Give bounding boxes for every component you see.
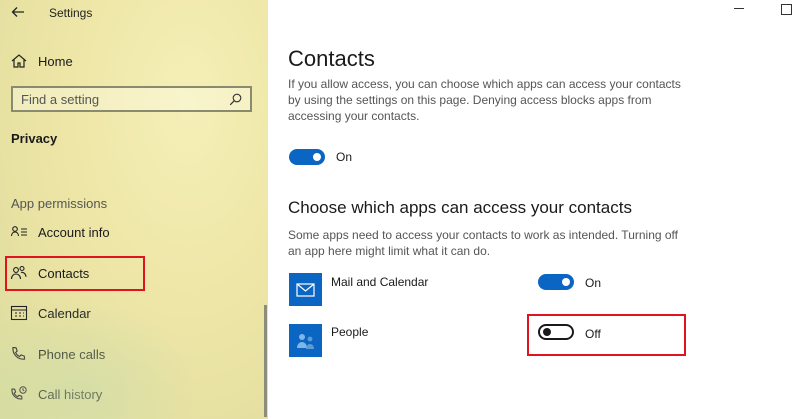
sidebar-item-account-info[interactable]: Account info [10,220,250,244]
sidebar-item-label: Phone calls [38,346,106,362]
group-label: App permissions [11,196,108,211]
nav-home[interactable]: Home [10,50,250,72]
sidebar: Settings Home Find a setting Privacy App… [0,0,268,419]
maximize-icon[interactable] [781,4,792,15]
contacts-access-toggle[interactable] [289,149,325,165]
sidebar-scrollbar[interactable] [264,305,267,417]
app-name-people: People [331,325,369,339]
phone-icon [12,346,26,360]
minimize-icon[interactable] [734,8,744,9]
apps-description: Some apps need to access your contacts t… [288,228,679,258]
intro-text: If you allow access, you can choose whic… [288,77,681,123]
home-icon [11,54,27,68]
sidebar-item-call-history[interactable]: Call history [10,382,250,406]
search-input[interactable]: Find a setting [11,86,252,112]
section-title: Privacy [11,131,58,146]
search-icon[interactable] [229,93,242,106]
sidebar-item-label: Calendar [38,305,91,321]
sidebar-item-phone-calls[interactable]: Phone calls [10,342,250,366]
call-history-icon [11,386,27,400]
apps-heading: Choose which apps can access your contac… [288,198,632,217]
main-content: Contacts If you allow access, you can ch… [268,0,800,419]
contacts-access-state: On [336,150,353,164]
people-app-icon [289,324,322,357]
mail-toggle-state: On [585,276,602,290]
back-arrow-icon[interactable] [10,4,26,20]
page-title: Contacts [288,46,375,71]
sidebar-item-label: Account info [38,224,110,240]
toggle-highlight [527,314,686,356]
sidebar-item-calendar[interactable]: Calendar [10,301,250,325]
account-info-icon [10,226,27,237]
mail-toggle[interactable] [538,274,574,290]
app-title: Settings [49,6,93,20]
sidebar-item-label: Call history [38,386,103,402]
selection-highlight [5,256,145,291]
search-placeholder: Find a setting [21,91,100,107]
nav-home-label: Home [38,53,73,69]
mail-app-icon [289,273,322,306]
calendar-icon [10,305,28,321]
app-name-mail: Mail and Calendar [331,275,429,289]
